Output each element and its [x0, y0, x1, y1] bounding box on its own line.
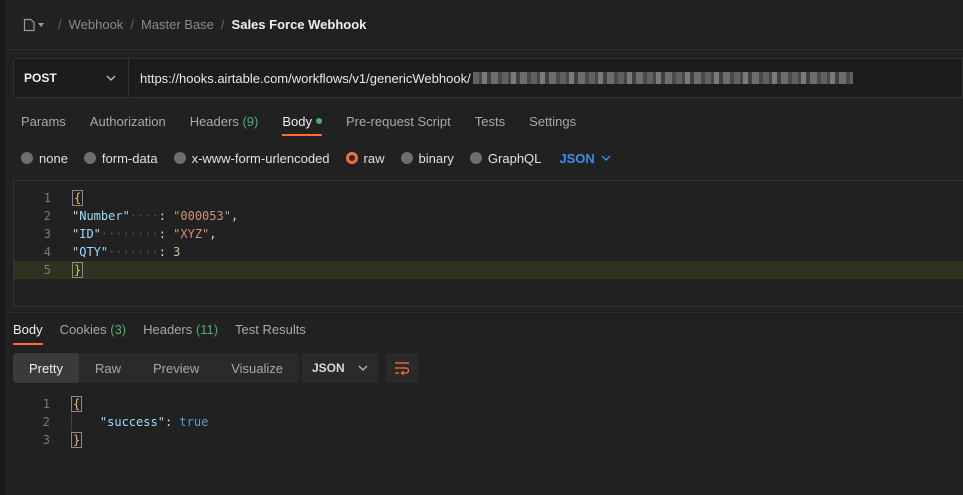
code-line: 2 "Number"····: "000053",	[43, 209, 239, 223]
radio-button	[400, 152, 413, 164]
left-edge	[0, 0, 5, 495]
request-tabs: Params Authorization Headers (9) Body Pr…	[21, 108, 576, 136]
code-line: 2 "success": true	[42, 415, 209, 429]
method-select[interactable]: POST	[14, 59, 129, 97]
pane-divider[interactable]	[5, 312, 963, 313]
radio-graphql[interactable]: GraphQL	[469, 151, 541, 166]
code-line: 3 }	[42, 432, 83, 448]
breadcrumb-item-webhook[interactable]: Webhook	[69, 17, 124, 32]
radio-raw[interactable]: raw	[345, 151, 385, 166]
request-doc-icon[interactable]	[23, 18, 45, 32]
response-format-dropdown[interactable]: JSON	[302, 353, 378, 383]
code-line: 1 {	[43, 190, 84, 206]
radio-button	[83, 152, 96, 164]
radio-button	[173, 152, 186, 164]
wrap-lines-button[interactable]	[386, 353, 418, 383]
code-line: 3 "ID"········: "XYZ",	[43, 227, 217, 241]
request-title[interactable]: Sales Force Webhook	[232, 17, 367, 32]
body-type-selector: none form-data x-www-form-urlencoded raw…	[21, 148, 611, 168]
response-view-modes: Pretty Raw Preview Visualize	[13, 353, 300, 383]
response-body-viewer[interactable]: 1 { 2 "success": true 3 }	[13, 395, 953, 455]
chevron-down-icon	[106, 75, 116, 81]
code-line-current: 5 }	[14, 261, 963, 279]
chevron-down-icon	[358, 365, 368, 371]
breadcrumb: / Webhook / Master Base / Sales Force We…	[5, 0, 963, 50]
tab-params[interactable]: Params	[21, 108, 66, 136]
radio-button-selected	[345, 152, 358, 164]
chevron-down-icon	[601, 155, 611, 161]
tab-pre-request-script[interactable]: Pre-request Script	[346, 108, 451, 136]
redacted-url-token	[472, 72, 853, 84]
tab-settings[interactable]: Settings	[529, 108, 576, 136]
view-raw[interactable]: Raw	[79, 353, 137, 383]
radio-button	[21, 152, 33, 164]
response-tab-test-results[interactable]: Test Results	[235, 320, 306, 345]
view-visualize[interactable]: Visualize	[215, 353, 299, 383]
breadcrumb-item-master-base[interactable]: Master Base	[141, 17, 214, 32]
url-text: https://hooks.airtable.com/workflows/v1/…	[140, 70, 471, 86]
request-body-editor[interactable]: 1 { 2 "Number"····: "000053", 3 "ID"····…	[13, 180, 963, 307]
method-label: POST	[24, 71, 57, 85]
code-line: 4 "QTY"·······: 3	[43, 245, 181, 259]
radio-none[interactable]: none	[21, 151, 68, 166]
url-input[interactable]: https://hooks.airtable.com/workflows/v1/…	[129, 59, 962, 97]
response-tab-body[interactable]: Body	[13, 320, 43, 345]
tab-body[interactable]: Body	[282, 108, 322, 136]
response-tab-cookies[interactable]: Cookies (3)	[60, 320, 126, 345]
tab-authorization[interactable]: Authorization	[90, 108, 166, 136]
body-indicator-dot	[315, 117, 322, 124]
breadcrumb-separator: /	[130, 17, 134, 32]
body-format-dropdown[interactable]: JSON	[559, 151, 611, 166]
radio-binary[interactable]: binary	[400, 151, 454, 166]
code-line: 1 {	[42, 396, 83, 412]
radio-button	[469, 152, 482, 164]
headers-count: (9)	[242, 114, 259, 129]
view-pretty[interactable]: Pretty	[13, 353, 79, 383]
view-preview[interactable]: Preview	[137, 353, 215, 383]
tab-tests[interactable]: Tests	[475, 108, 505, 136]
response-tab-headers[interactable]: Headers (11)	[143, 320, 218, 345]
tab-headers[interactable]: Headers (9)	[190, 108, 259, 136]
url-bar: POST https://hooks.airtable.com/workflow…	[13, 58, 963, 98]
wrap-lines-icon	[395, 362, 410, 375]
breadcrumb-separator: /	[58, 17, 62, 32]
radio-urlencoded[interactable]: x-www-form-urlencoded	[173, 151, 330, 166]
radio-form-data[interactable]: form-data	[83, 151, 158, 166]
response-tabs: Body Cookies (3) Headers (11) Test Resul…	[13, 320, 306, 346]
breadcrumb-separator: /	[220, 17, 225, 32]
